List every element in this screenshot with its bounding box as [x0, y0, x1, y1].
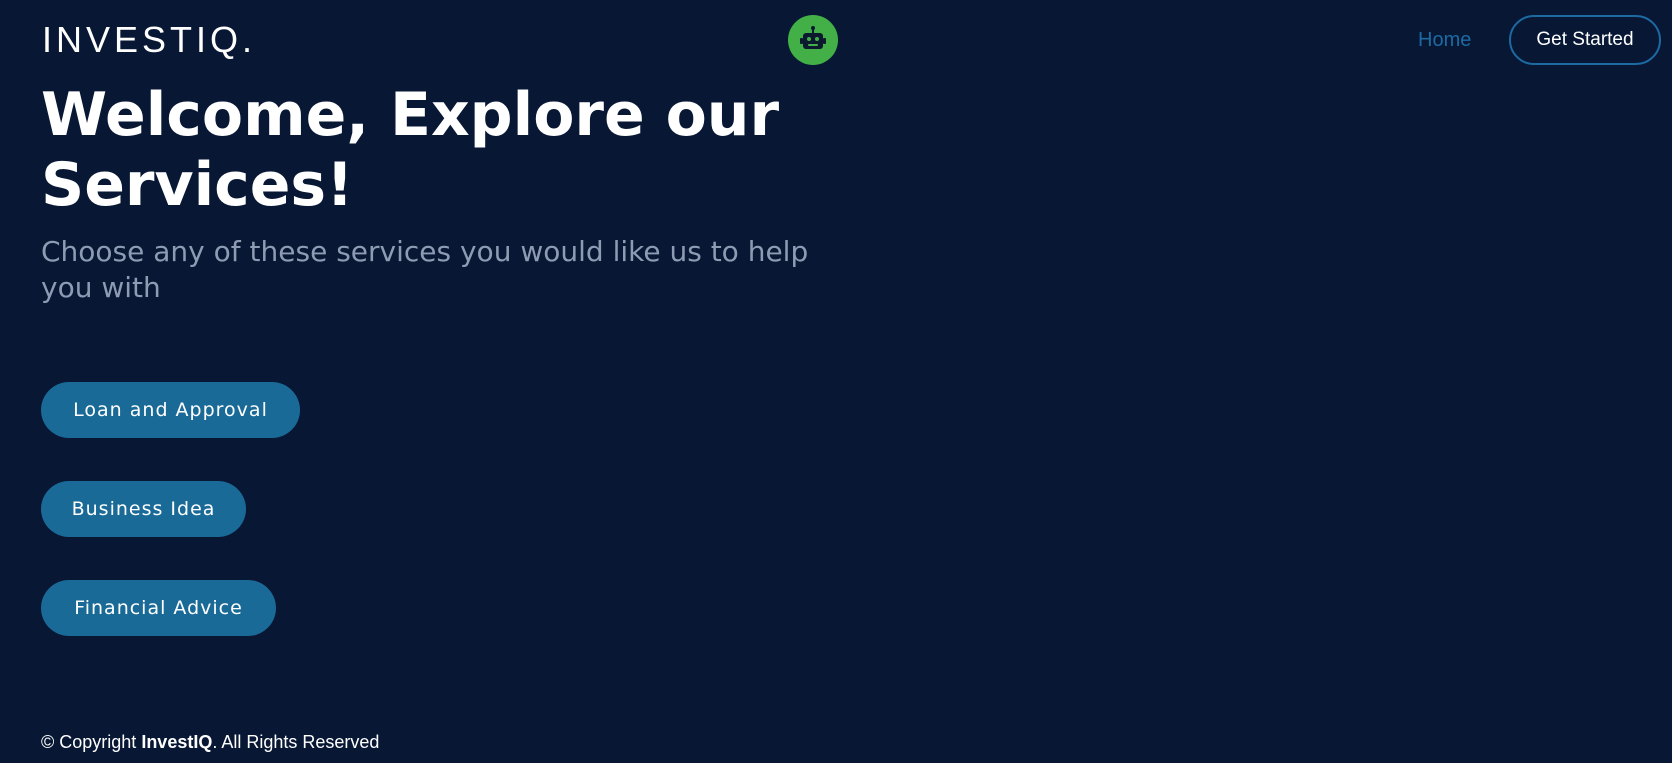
get-started-button[interactable]: Get Started [1509, 15, 1661, 65]
footer-prefix: © Copyright [41, 732, 142, 752]
nav-link-home[interactable]: Home [1418, 26, 1471, 54]
service-button-business-idea[interactable]: Business Idea [41, 481, 246, 537]
page-subtitle: Choose any of these services you would l… [41, 235, 809, 304]
robot-icon[interactable] [788, 15, 838, 65]
brand-logo[interactable]: INVESTIQ. [42, 18, 256, 62]
service-button-loan-and-approval[interactable]: Loan and Approval [41, 382, 300, 438]
brand-logo-text: INVESTIQ [42, 19, 243, 60]
service-button-financial-advice[interactable]: Financial Advice [41, 580, 276, 636]
footer-copyright: © Copyright InvestIQ. All Rights Reserve… [41, 730, 379, 754]
page: INVESTIQ. Home Get Started Welcome, Expl… [0, 0, 1672, 763]
robot-icon-glyph [800, 26, 826, 49]
brand-logo-dot: . [242, 19, 257, 60]
footer-suffix: . All Rights Reserved [212, 732, 380, 752]
page-title: Welcome, Explore our Services! [41, 80, 780, 220]
footer-brand: InvestIQ [141, 732, 213, 752]
